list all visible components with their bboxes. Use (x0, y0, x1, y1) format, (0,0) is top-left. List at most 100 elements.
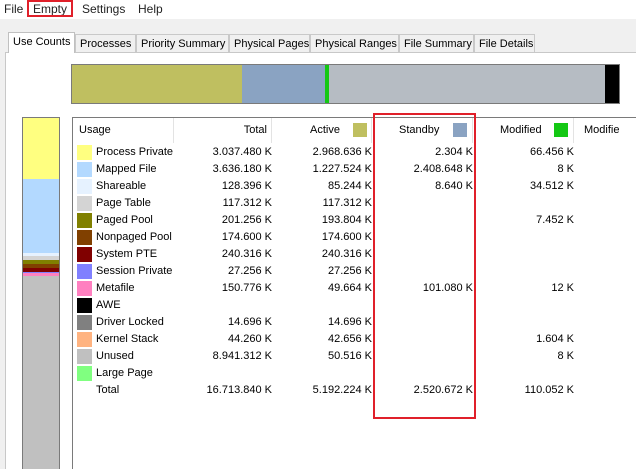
modified-cell: 66.456 K (529, 146, 574, 158)
usage-cell: Mapped File (96, 163, 157, 175)
usage-color-swatch (77, 264, 92, 279)
active-cell: 174.600 K (321, 231, 372, 243)
use-counts-table: Usage Total Active Standby Modified Modi… (72, 117, 636, 469)
table-row[interactable]: Large Page (73, 365, 636, 382)
modified-cell: 8 K (557, 350, 574, 362)
bar-segment-process-private (23, 118, 59, 180)
table-row[interactable]: Shareable 128.396 K 85.244 K 8.640 K 34.512 … (73, 178, 636, 195)
table-row[interactable]: Page Table 117.312 K 117.312 K (73, 195, 636, 212)
standby-cell: 101.080 K (422, 282, 473, 294)
column-header-modified-no-write[interactable]: Modifie (574, 118, 636, 143)
total-cell: 16.713.840 K (206, 384, 272, 396)
active-cell: 85.244 K (327, 180, 372, 192)
table-row[interactable]: Total 16.713.840 K 5.192.224 K 2.520.672 K 1… (73, 382, 636, 399)
tab-priority-summary[interactable]: Priority Summary (136, 34, 229, 52)
usage-color-swatch (77, 179, 92, 194)
total-cell: 117.312 K (222, 197, 272, 209)
usage-cell: Paged Pool (96, 214, 153, 226)
total-cell: 8.941.312 K (212, 350, 272, 362)
usage-color-swatch (77, 162, 92, 177)
menu-help[interactable]: Help (138, 2, 163, 17)
active-cell: 240.316 K (321, 248, 372, 260)
column-header-standby[interactable]: Standby (372, 118, 473, 143)
modified-cell: 12 K (551, 282, 574, 294)
table-row[interactable]: Driver Locked 14.696 K 14.696 K (73, 314, 636, 331)
total-cell: 3.636.180 K (212, 163, 272, 175)
standby-color-swatch (453, 123, 467, 137)
empty-menu-highlight (27, 0, 73, 17)
usage-cell: Unused (96, 350, 134, 362)
usage-color-swatch (77, 247, 92, 262)
table-row[interactable]: Mapped File 3.636.180 K 1.227.524 K 2.408.6… (73, 161, 636, 178)
standby-cell: 2.408.648 K (413, 163, 473, 175)
total-cell: 201.256 K (221, 214, 272, 226)
modified-cell: 1.604 K (536, 333, 574, 345)
total-cell: 3.037.480 K (212, 146, 272, 158)
table-row[interactable]: Metafile 150.776 K 49.664 K 101.080 K 12 K (73, 280, 636, 297)
bar-segment-bad (604, 65, 619, 103)
usage-color-swatch (77, 145, 92, 160)
menu-settings[interactable]: Settings (82, 2, 125, 17)
usage-cell: System PTE (96, 248, 158, 260)
menu-file[interactable]: File (4, 2, 23, 17)
total-cell: 150.776 K (221, 282, 272, 294)
memory-usage-bar (22, 117, 60, 469)
total-cell: 27.256 K (227, 265, 272, 277)
active-cell: 49.664 K (327, 282, 372, 294)
active-cell: 193.804 K (321, 214, 372, 226)
total-cell: 44.260 K (227, 333, 272, 345)
usage-cell: Metafile (96, 282, 135, 294)
column-header-active[interactable]: Active (272, 118, 372, 143)
table-row[interactable]: Session Private 27.256 K 27.256 K (73, 263, 636, 280)
tab-physical-ranges[interactable]: Physical Ranges (310, 34, 399, 52)
usage-cell: Page Table (96, 197, 151, 209)
usage-color-swatch (77, 213, 92, 228)
table-row[interactable]: Kernel Stack 44.260 K 42.656 K 1.604 K (73, 331, 636, 348)
active-cell: 5.192.224 K (312, 384, 372, 396)
column-header-usage[interactable]: Usage (73, 118, 174, 143)
usage-color-swatch (77, 332, 92, 347)
total-cell: 174.600 K (221, 231, 272, 243)
modified-cell: 8 K (557, 163, 574, 175)
table-row[interactable]: Paged Pool 201.256 K 193.804 K 7.452 K (73, 212, 636, 229)
active-cell: 50.516 K (327, 350, 372, 362)
usage-cell: AWE (96, 299, 121, 311)
tab-physical-pages[interactable]: Physical Pages (229, 34, 310, 52)
modified-cell: 34.512 K (529, 180, 574, 192)
tab-strip: Use Counts Processes Priority Summary Ph… (0, 32, 636, 53)
usage-cell: Session Private (96, 265, 173, 277)
table-row[interactable]: System PTE 240.316 K 240.316 K (73, 246, 636, 263)
usage-color-swatch (77, 315, 92, 330)
total-cell: 14.696 K (227, 316, 272, 328)
standby-cell: 2.520.672 K (413, 384, 473, 396)
standby-cell: 8.640 K (435, 180, 473, 192)
column-header-total[interactable]: Total (174, 118, 272, 143)
modified-color-swatch (554, 123, 568, 137)
active-cell: 14.696 K (327, 316, 372, 328)
usage-cell: Kernel Stack (96, 333, 159, 345)
table-row[interactable]: Unused 8.941.312 K 50.516 K 8 K (73, 348, 636, 365)
tab-file-summary[interactable]: File Summary (399, 34, 474, 52)
bar-segment-free (328, 65, 605, 103)
usage-color-swatch (77, 298, 92, 313)
usage-color-swatch (77, 196, 92, 211)
active-cell: 1.227.524 K (312, 163, 372, 175)
tab-file-details[interactable]: File Details (474, 34, 535, 52)
usage-cell: Driver Locked (96, 316, 164, 328)
menu-bar: File Empty Settings Help (0, 0, 636, 19)
active-cell: 42.656 K (327, 333, 372, 345)
standby-cell: 2.304 K (435, 146, 473, 158)
usage-color-swatch (77, 281, 92, 296)
active-color-swatch (353, 123, 367, 137)
bar-segment-unused (23, 275, 59, 469)
usage-color-swatch (77, 349, 92, 364)
column-header-modified[interactable]: Modified (473, 118, 574, 143)
tab-processes[interactable]: Processes (75, 34, 136, 52)
usage-color-swatch (77, 230, 92, 245)
tab-use-counts[interactable]: Use Counts (8, 32, 75, 53)
table-row[interactable]: AWE (73, 297, 636, 314)
table-row[interactable]: Nonpaged Pool 174.600 K 174.600 K (73, 229, 636, 246)
total-cell: 128.396 K (221, 180, 272, 192)
total-cell: 240.316 K (221, 248, 272, 260)
table-row[interactable]: Process Private 3.037.480 K 2.968.636 K 2.3… (73, 144, 636, 161)
